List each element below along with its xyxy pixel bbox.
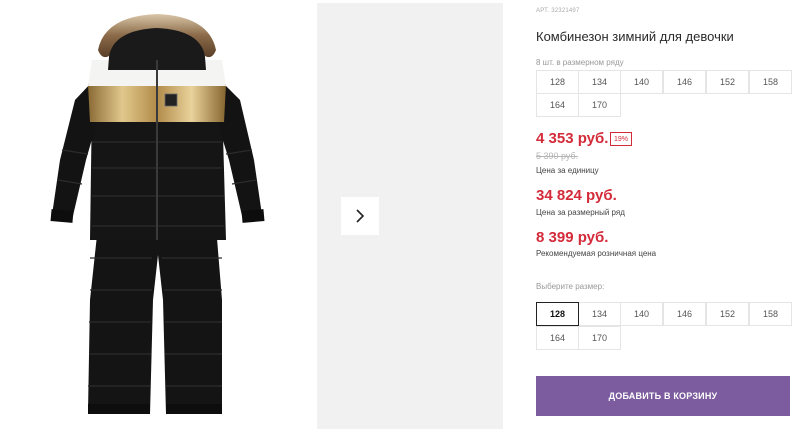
size-range-cell: 170: [578, 93, 621, 117]
size-range-cell: 128: [536, 70, 579, 94]
size-range-cell: 134: [578, 70, 621, 94]
article-number: АРТ. 32321497: [536, 8, 582, 14]
size-option[interactable]: 164: [536, 326, 579, 350]
old-price: 5 390 руб.: [536, 151, 579, 161]
size-option[interactable]: 152: [706, 302, 749, 326]
chevron-right-icon: [356, 209, 365, 223]
size-option[interactable]: 158: [749, 302, 792, 326]
size-range-cell: 146: [663, 70, 706, 94]
unit-price-caption: Цена за единицу: [536, 166, 599, 175]
size-option[interactable]: 146: [663, 302, 706, 326]
size-range-cell: 152: [706, 70, 749, 94]
size-range-label: 8 шт. в размерном ряду: [536, 58, 624, 67]
jumpsuit-illustration: [50, 14, 265, 414]
article-label: АРТ.: [536, 8, 550, 14]
product-title: Комбинезон зимний для девочки: [536, 29, 734, 44]
range-price: 34 824 руб.: [536, 187, 617, 204]
size-range-cell: 158: [749, 70, 792, 94]
discount-badge: 19%: [610, 132, 633, 146]
article-value: 32321497: [551, 8, 580, 14]
size-option[interactable]: 134: [578, 302, 621, 326]
gallery-next-button[interactable]: [341, 197, 379, 235]
add-to-cart-button[interactable]: ДОБАВИТЬ В КОРЗИНУ: [536, 376, 790, 416]
choose-size-label: Выберите размер:: [536, 282, 605, 291]
product-main-image[interactable]: [0, 0, 316, 429]
size-range-cell: 140: [620, 70, 663, 94]
range-price-caption: Цена за размерный ряд: [536, 208, 625, 217]
retail-price-caption: Рекомендуемая розничная цена: [536, 249, 657, 258]
size-option[interactable]: 170: [578, 326, 621, 350]
retail-price: 8 399 руб.: [536, 229, 609, 246]
size-option[interactable]: 128: [536, 302, 579, 326]
size-option[interactable]: 140: [620, 302, 663, 326]
unit-price: 4 353 руб.: [536, 130, 609, 147]
size-range-cell: 164: [536, 93, 579, 117]
